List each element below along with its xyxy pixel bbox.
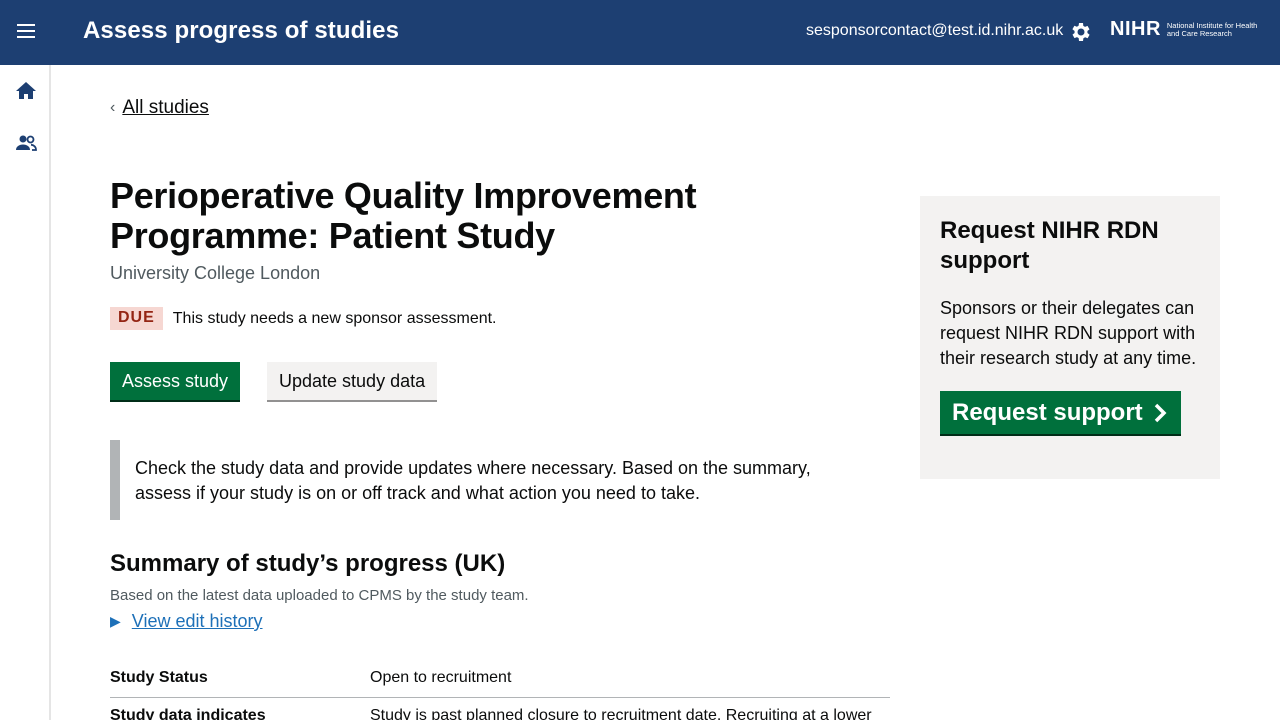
status-message: This study needs a new sponsor assessmen… [172,309,497,327]
home-icon[interactable] [14,79,38,103]
summary-row: Study Status Open to recruitment [110,660,890,698]
summary-heading: Summary of study’s progress (UK) [110,550,506,577]
app-title: Assess progress of studies [83,17,400,44]
chevron-right-icon [1154,403,1167,422]
summary-key: Study data indicates [110,707,266,720]
summary-hint: Based on the latest data uploaded to CPM… [110,587,529,604]
people-icon[interactable] [14,131,38,155]
summary-value: Study is past planned closure to recruit… [370,707,872,720]
side-navigation [0,65,51,720]
triangle-right-icon: ▶ [110,613,121,629]
user-email: sesponsorcontact@test.id.nihr.ac.uk [806,22,1064,39]
nihr-logo: NIHR National Institute for Health and C… [1110,18,1267,41]
assessment-status: DUE This study needs a new sponsor asses… [110,307,497,330]
logo-mark: NIHR [1110,18,1161,40]
study-organisation: University College London [110,263,321,283]
update-study-data-button[interactable]: Update study data [267,362,438,402]
breadcrumb: ‹ All studies [110,97,209,119]
assess-study-button[interactable]: Assess study [110,362,241,402]
back-link-all-studies[interactable]: All studies [122,97,209,119]
page-title: Perioperative Quality Improvement Progra… [110,175,697,256]
summary-value: Open to recruitment [370,669,512,686]
summary-key: Study Status [110,669,208,686]
request-support-button[interactable]: Request support [940,391,1181,436]
top-header: Assess progress of studies sesponsorcont… [0,0,1280,65]
gear-icon[interactable] [1069,20,1093,44]
logo-text: National Institute for Health and Care R… [1166,20,1258,38]
summary-row: Study data indicates Study is past plann… [110,698,890,720]
chevron-left-icon: ‹ [110,99,116,116]
request-support-label: Request support [952,398,1143,426]
summary-list: Study Status Open to recruitment Study d… [110,660,890,720]
edit-history-toggle[interactable]: ▶ View edit history [110,611,263,632]
support-heading: Request NIHR RDN support [940,217,1159,274]
status-badge: DUE [110,307,163,330]
menu-icon[interactable] [14,20,40,46]
support-body: Sponsors or their delegates can request … [940,298,1197,368]
support-panel: Request NIHR RDN support Sponsors or the… [920,196,1220,479]
view-edit-history-link[interactable]: View edit history [132,611,263,632]
inset-guidance: Check the study data and provide updates… [110,440,870,520]
